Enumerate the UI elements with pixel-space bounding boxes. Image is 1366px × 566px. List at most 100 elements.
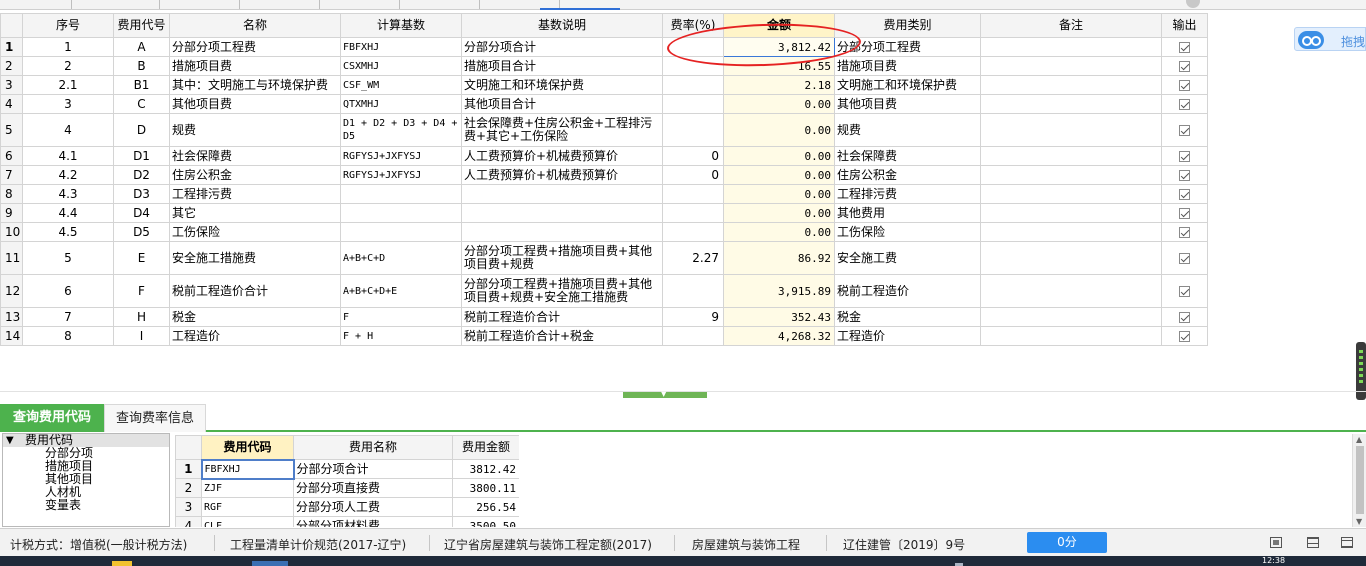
output-cell[interactable] bbox=[1161, 165, 1208, 185]
base-cell[interactable] bbox=[340, 222, 462, 242]
seq-cell[interactable]: 3 bbox=[22, 94, 114, 114]
fee-code-cell[interactable]: FBFXHJ bbox=[200, 458, 295, 480]
fee-name-cell[interactable]: 分部分项合计 bbox=[293, 459, 453, 479]
table-row[interactable]: 4 CLF 分部分项材料费 3500.50 bbox=[175, 516, 519, 527]
fee-name-cell[interactable]: 分部分项直接费 bbox=[293, 478, 453, 498]
table-row[interactable]: 1 FBFXHJ 分部分项合计 3812.42 bbox=[175, 458, 519, 480]
category-cell[interactable]: 其他项目费 bbox=[834, 94, 981, 114]
seq-cell[interactable]: 2.1 bbox=[22, 75, 114, 95]
amount-cell[interactable]: 3,812.42 bbox=[723, 37, 835, 57]
top-tab[interactable] bbox=[72, 0, 160, 9]
tab-query-fee-code[interactable]: 查询费用代码 bbox=[0, 404, 104, 432]
header-category[interactable]: 费用类别 bbox=[834, 13, 981, 38]
category-cell[interactable]: 其他费用 bbox=[834, 203, 981, 223]
base-cell[interactable]: RGFYSJ+JXFYSJ bbox=[340, 165, 462, 185]
amount-cell[interactable]: 0.00 bbox=[723, 94, 835, 114]
rate-cell[interactable] bbox=[662, 75, 724, 95]
seq-cell[interactable]: 1 bbox=[22, 37, 114, 57]
header-amount[interactable]: 金额 bbox=[723, 13, 835, 38]
note-cell[interactable] bbox=[980, 222, 1162, 242]
seq-cell[interactable]: 4.3 bbox=[22, 184, 114, 204]
output-checkbox[interactable] bbox=[1179, 285, 1190, 297]
base-desc-cell[interactable]: 分部分项工程费+措施项目费+其他项目费+规费 bbox=[461, 241, 663, 275]
output-cell[interactable] bbox=[1161, 75, 1208, 95]
output-cell[interactable] bbox=[1161, 146, 1208, 166]
amount-cell[interactable]: 0.00 bbox=[723, 146, 835, 166]
amount-cell[interactable]: 0.00 bbox=[723, 203, 835, 223]
base-desc-cell[interactable]: 人工费预算价+机械费预算价 bbox=[461, 146, 663, 166]
rate-cell[interactable]: 0 bbox=[662, 165, 724, 185]
output-checkbox[interactable] bbox=[1179, 169, 1190, 181]
output-cell[interactable] bbox=[1161, 113, 1208, 147]
top-tab[interactable] bbox=[160, 0, 240, 9]
tab-query-rate-info[interactable]: 查询费率信息 bbox=[104, 404, 206, 432]
rate-cell[interactable] bbox=[662, 184, 724, 204]
seq-cell[interactable]: 5 bbox=[22, 241, 114, 275]
header-fee-code[interactable]: 费用代码 bbox=[201, 435, 294, 460]
output-cell[interactable] bbox=[1161, 203, 1208, 223]
header-rate[interactable]: 费率(%) bbox=[662, 13, 724, 38]
output-checkbox[interactable] bbox=[1179, 311, 1190, 323]
output-cell[interactable] bbox=[1161, 37, 1208, 57]
table-row[interactable]: 2 2 B 措施项目费 CSXMHJ 措施项目合计 16.55 措施项目费 bbox=[0, 56, 1208, 76]
seq-cell[interactable]: 4.1 bbox=[22, 146, 114, 166]
base-desc-cell[interactable] bbox=[461, 184, 663, 204]
table-row[interactable]: 1 1 A 分部分项工程费 FBFXHJ 分部分项合计 3,812.42 分部分… bbox=[0, 37, 1208, 57]
base-cell[interactable]: CSXMHJ bbox=[340, 56, 462, 76]
base-desc-cell[interactable] bbox=[461, 203, 663, 223]
base-cell[interactable]: F bbox=[340, 307, 462, 327]
header-base-desc[interactable]: 基数说明 bbox=[461, 13, 663, 38]
rate-cell[interactable] bbox=[662, 37, 724, 57]
seq-cell[interactable]: 2 bbox=[22, 56, 114, 76]
note-cell[interactable] bbox=[980, 146, 1162, 166]
output-checkbox[interactable] bbox=[1179, 79, 1190, 91]
base-cell[interactable]: CSF_WM bbox=[340, 75, 462, 95]
table-row[interactable]: 14 8 I 工程造价 F + H 税前工程造价合计+税金 4,268.32 工… bbox=[0, 326, 1208, 346]
output-checkbox[interactable] bbox=[1179, 98, 1190, 110]
code-cell[interactable]: D1 bbox=[113, 146, 170, 166]
rate-cell[interactable] bbox=[662, 222, 724, 242]
note-cell[interactable] bbox=[980, 326, 1162, 346]
name-cell[interactable]: 其中：文明施工与环境保护费 bbox=[169, 75, 341, 95]
taskbar-app-icon[interactable] bbox=[252, 561, 288, 566]
rate-cell[interactable]: 0 bbox=[662, 146, 724, 166]
note-cell[interactable] bbox=[980, 184, 1162, 204]
name-cell[interactable]: 税金 bbox=[169, 307, 341, 327]
code-cell[interactable]: A bbox=[113, 37, 170, 57]
amount-cell[interactable]: 2.18 bbox=[723, 75, 835, 95]
code-cell[interactable]: D4 bbox=[113, 203, 170, 223]
code-cell[interactable]: E bbox=[113, 241, 170, 275]
base-cell[interactable]: FBFXHJ bbox=[340, 37, 462, 57]
expand-arrow-icon[interactable]: ▼ bbox=[6, 434, 14, 447]
scroll-up-icon[interactable]: ▲ bbox=[1356, 435, 1362, 444]
rate-cell[interactable] bbox=[662, 326, 724, 346]
note-cell[interactable] bbox=[980, 75, 1162, 95]
category-cell[interactable]: 措施项目费 bbox=[834, 56, 981, 76]
scroll-down-icon[interactable]: ▼ bbox=[1356, 517, 1362, 526]
seq-cell[interactable]: 4 bbox=[22, 113, 114, 147]
category-cell[interactable]: 工程排污费 bbox=[834, 184, 981, 204]
output-cell[interactable] bbox=[1161, 222, 1208, 242]
note-cell[interactable] bbox=[980, 241, 1162, 275]
name-cell[interactable]: 住房公积金 bbox=[169, 165, 341, 185]
output-checkbox[interactable] bbox=[1179, 188, 1190, 200]
code-cell[interactable]: D2 bbox=[113, 165, 170, 185]
fee-name-cell[interactable]: 分部分项材料费 bbox=[293, 516, 453, 527]
fee-amount-cell[interactable]: 256.54 bbox=[452, 497, 519, 517]
tree-item[interactable]: 变量表 bbox=[45, 499, 81, 512]
header-seq[interactable]: 序号 bbox=[22, 13, 114, 38]
amount-cell[interactable]: 0.00 bbox=[723, 184, 835, 204]
seq-cell[interactable]: 8 bbox=[22, 326, 114, 346]
output-cell[interactable] bbox=[1161, 326, 1208, 346]
fee-amount-cell[interactable]: 3500.50 bbox=[452, 516, 519, 527]
rate-cell[interactable] bbox=[662, 94, 724, 114]
fee-code-cell[interactable]: RGF bbox=[201, 497, 294, 517]
output-cell[interactable] bbox=[1161, 56, 1208, 76]
note-cell[interactable] bbox=[980, 274, 1162, 308]
seq-cell[interactable]: 4.5 bbox=[22, 222, 114, 242]
base-cell[interactable]: F + H bbox=[340, 326, 462, 346]
table-row[interactable]: 2 ZJF 分部分项直接费 3800.11 bbox=[175, 478, 519, 498]
code-cell[interactable]: D5 bbox=[113, 222, 170, 242]
seq-cell[interactable]: 7 bbox=[22, 307, 114, 327]
code-cell[interactable]: H bbox=[113, 307, 170, 327]
